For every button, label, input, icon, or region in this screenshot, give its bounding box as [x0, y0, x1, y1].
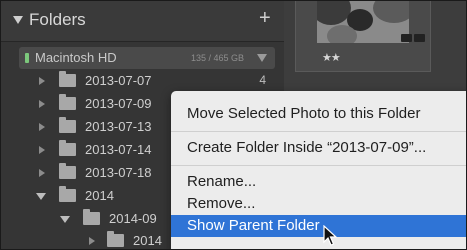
folder-label: 2013-07-07: [85, 73, 152, 88]
disclosure-closed-icon[interactable]: [89, 237, 95, 245]
menu-separator: [171, 165, 466, 166]
disclosure-closed-icon[interactable]: [39, 146, 45, 154]
disclosure-closed-icon[interactable]: [39, 100, 45, 108]
menu-item-label: Show Parent Folder: [187, 217, 320, 234]
folder-label: 2014: [133, 233, 162, 248]
photo-cell[interactable]: ★★: [295, 1, 431, 72]
folder-label: 2014-09: [109, 211, 157, 226]
menu-item-move-photo[interactable]: Move Selected Photo to this Folder: [171, 103, 466, 125]
folder-icon: [59, 163, 76, 179]
menu-item-create-folder[interactable]: Create Folder Inside “2013-07-09”...: [171, 137, 466, 159]
volume-name: Macintosh HD: [35, 50, 117, 65]
volume-bar[interactable]: Macintosh HD 135 / 465 GB: [19, 47, 275, 69]
context-menu: Move Selected Photo to this Folder Creat…: [171, 91, 466, 249]
folder-icon: [59, 117, 76, 133]
disclosure-closed-icon[interactable]: [39, 123, 45, 131]
star-rating[interactable]: ★★: [322, 51, 341, 64]
menu-item-label: Rename...: [187, 173, 257, 190]
photo-thumbnail[interactable]: [317, 1, 409, 43]
collapse-triangle-icon[interactable]: [13, 16, 23, 24]
volume-status-indicator: [25, 53, 29, 63]
folder-row-2013-07-07[interactable]: 2013-07-07 4: [1, 70, 284, 92]
folder-icon: [59, 94, 76, 110]
menu-item-remove[interactable]: Remove...: [171, 193, 466, 215]
folder-icon: [59, 71, 76, 87]
folder-label: 2014: [85, 188, 114, 203]
menu-item-label: Remove...: [187, 195, 256, 212]
folder-label: 2013-07-13: [85, 119, 152, 134]
menu-item-rename[interactable]: Rename...: [171, 171, 466, 193]
folder-label: 2013-07-09: [85, 96, 152, 111]
photo-detail: [373, 1, 409, 23]
folder-icon: [107, 231, 124, 247]
disclosure-closed-icon[interactable]: [39, 77, 45, 85]
menu-separator: [171, 131, 466, 132]
volume-space: 135 / 465 GB: [191, 53, 245, 63]
mouse-pointer-icon: [323, 225, 337, 246]
edit-badge-icon[interactable]: [414, 34, 425, 42]
menu-item-show-parent-folder[interactable]: Show Parent Folder: [171, 215, 466, 237]
folder-label: 2013-07-18: [85, 165, 152, 180]
disclosure-open-icon[interactable]: [36, 193, 46, 200]
folder-icon: [59, 140, 76, 156]
volume-dropdown-icon[interactable]: [257, 54, 267, 62]
folders-panel-header[interactable]: Folders +: [1, 1, 284, 42]
folder-label: 2013-07-14: [85, 142, 152, 157]
lightroom-window: Folders + Macintosh HD 135 / 465 GB 2013…: [0, 0, 467, 250]
disclosure-closed-icon[interactable]: [39, 169, 45, 177]
disclosure-open-icon[interactable]: [60, 216, 70, 223]
folder-icon: [59, 186, 76, 202]
panel-title: Folders: [29, 10, 86, 29]
menu-item-label: Move Selected Photo to this Folder: [187, 105, 421, 122]
flag-badge-icon[interactable]: [401, 34, 412, 42]
folder-count: 4: [259, 73, 266, 87]
photo-detail: [327, 25, 357, 43]
folder-icon: [83, 209, 100, 225]
menu-item-label: Create Folder Inside “2013-07-09”...: [187, 139, 427, 156]
photo-detail: [317, 1, 351, 25]
plus-icon[interactable]: +: [259, 7, 271, 30]
